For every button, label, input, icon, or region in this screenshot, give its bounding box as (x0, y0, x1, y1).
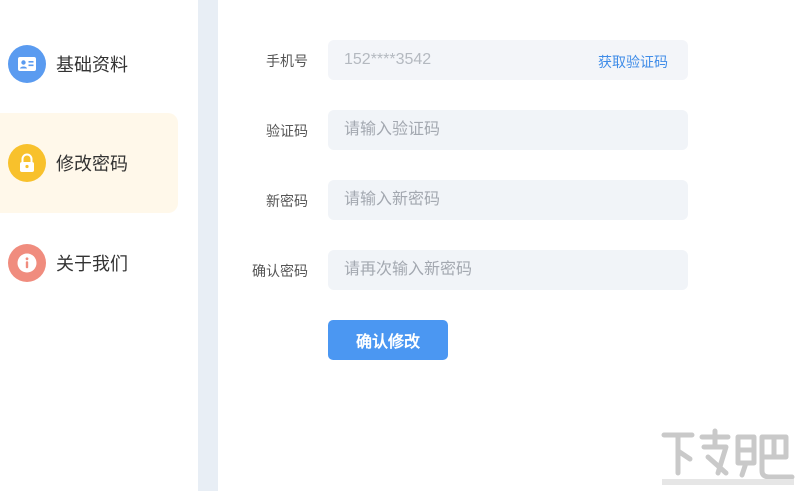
sidebar-item-basic-info[interactable]: 基础资料 (0, 14, 178, 114)
confirm-password-label: 确认密码 (252, 263, 308, 279)
panel-divider (198, 0, 218, 491)
sidebar-item-label: 关于我们 (56, 254, 128, 274)
change-password-form: 手机号 152****3542 获取验证码 验证码 新密码 确认密码 确认修改 (218, 0, 804, 491)
get-code-button[interactable]: 获取验证码 (598, 52, 668, 72)
profile-card-icon (8, 45, 46, 83)
confirm-password-input[interactable] (328, 250, 688, 290)
watermark-logo-icon (661, 428, 795, 485)
code-input[interactable] (328, 110, 688, 150)
info-icon (8, 244, 46, 282)
confirm-change-button[interactable]: 确认修改 (328, 320, 448, 360)
phone-label: 手机号 (266, 53, 308, 69)
new-password-input[interactable] (328, 180, 688, 220)
lock-icon (8, 144, 46, 182)
sidebar-item-label: 修改密码 (56, 154, 128, 174)
phone-field: 152****3542 获取验证码 (328, 40, 688, 80)
sidebar-item-about-us[interactable]: 关于我们 (0, 213, 178, 313)
new-password-label: 新密码 (266, 193, 308, 209)
code-label: 验证码 (266, 123, 308, 139)
sidebar-item-change-password[interactable]: 修改密码 (0, 113, 178, 213)
phone-value: 152****3542 (344, 51, 432, 68)
sidebar: 基础资料 修改密码 关于我们 (0, 0, 198, 491)
sidebar-item-label: 基础资料 (56, 55, 128, 75)
